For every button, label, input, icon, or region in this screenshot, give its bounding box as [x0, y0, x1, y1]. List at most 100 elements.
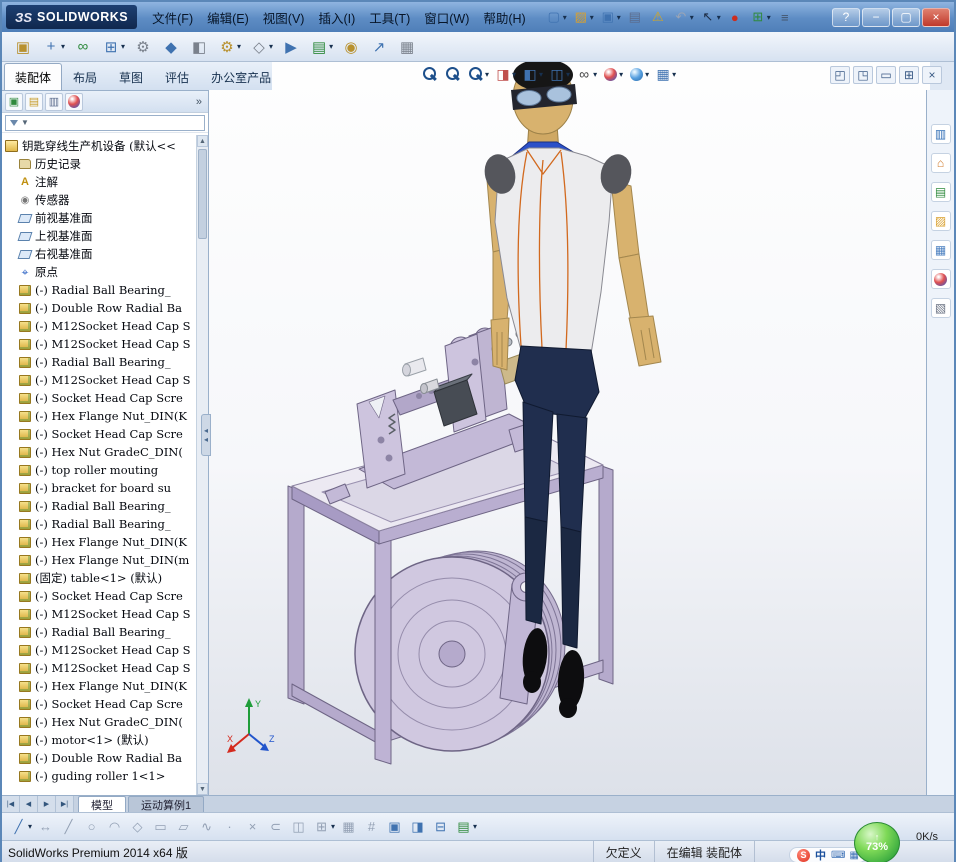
menu-item[interactable]: 窗口(W): [417, 4, 476, 31]
tree-filter-input[interactable]: ▼: [5, 114, 205, 131]
tree-item[interactable]: (-) Radial Ball Bearing_: [2, 353, 196, 371]
graphics-area[interactable]: Y X Z: [209, 62, 930, 795]
task-pane-button[interactable]: ▦: [930, 240, 951, 260]
sketch-tool-button[interactable]: ↔: [35, 816, 56, 837]
quick-toolbar-button[interactable]: ≡: [774, 7, 796, 27]
sketch-tool-button[interactable]: ▤ ▾: [453, 816, 478, 837]
tree-item[interactable]: (-) Radial Ball Bearing_: [2, 497, 196, 515]
ime-tool-icon[interactable]: ⌨: [831, 850, 845, 861]
pane-control-icon[interactable]: ⊞: [899, 66, 919, 84]
tree-item[interactable]: (-) Hex Nut GradeC_DIN(: [2, 443, 196, 461]
tree-item[interactable]: (-) M12Socket Head Cap S: [2, 659, 196, 677]
tree-item[interactable]: (-) Radial Ball Bearing_: [2, 281, 196, 299]
tab-nav-button[interactable]: |◀: [2, 796, 20, 812]
menu-item[interactable]: 插入(I): [311, 4, 362, 31]
commandmanager-tab[interactable]: 布局: [62, 63, 108, 90]
task-pane-button[interactable]: ▥: [930, 124, 951, 144]
tree-item[interactable]: (-) M12Socket Head Cap S: [2, 641, 196, 659]
document-tab[interactable]: 模型: [78, 796, 126, 812]
tree-item[interactable]: (-) M12Socket Head Cap S: [2, 371, 196, 389]
toolbar-button[interactable]: ▶: [278, 35, 304, 59]
window-control-button[interactable]: ?: [832, 7, 860, 27]
task-pane-button[interactable]: ▧: [930, 298, 951, 318]
tab-nav-button[interactable]: ◀: [20, 796, 38, 812]
sketch-tool-button[interactable]: ⊂: [265, 816, 286, 837]
pane-control-icon[interactable]: ×: [922, 66, 942, 84]
task-pane-button[interactable]: [930, 269, 951, 289]
quick-toolbar-button[interactable]: ⊞ ▾: [747, 7, 773, 27]
commandmanager-tab[interactable]: 装配体: [4, 63, 63, 90]
tree-item[interactable]: (-) Double Row Radial Ba: [2, 749, 196, 767]
tree-item[interactable]: (-) motor<1> (默认): [2, 731, 196, 749]
tree-item[interactable]: 注解: [2, 173, 196, 191]
heads-up-tool[interactable]: ▾: [600, 65, 625, 84]
tree-item[interactable]: (-) Hex Flange Nut_DIN(K: [2, 677, 196, 695]
quick-toolbar-button[interactable]: ●: [724, 7, 746, 27]
sketch-tool-button[interactable]: ◫: [288, 816, 309, 837]
window-control-button[interactable]: ▢: [892, 7, 920, 27]
pane-control-icon[interactable]: ▭: [876, 66, 896, 84]
ime-mode-toggle[interactable]: 中: [815, 847, 826, 862]
heads-up-tool[interactable]: ▾: [465, 64, 491, 84]
panel-more-chevron-icon[interactable]: »: [196, 96, 205, 108]
quick-toolbar-button[interactable]: ▤: [624, 7, 646, 27]
tree-item[interactable]: (-) M12Socket Head Cap S: [2, 335, 196, 353]
toolbar-button[interactable]: ◧: [186, 35, 212, 59]
tree-item[interactable]: (-) Hex Flange Nut_DIN(K: [2, 533, 196, 551]
tree-item[interactable]: (-) Radial Ball Bearing_: [2, 623, 196, 641]
panel-tab-button[interactable]: [65, 92, 83, 111]
quick-toolbar-button[interactable]: ⚠: [647, 7, 669, 27]
window-control-button[interactable]: ×: [922, 7, 950, 27]
sketch-tool-button[interactable]: ╱ ▾: [8, 816, 33, 837]
toolbar-button[interactable]: ⚙ ▾: [214, 35, 244, 59]
toolbar-button[interactable]: + ▾: [38, 35, 68, 59]
tree-item[interactable]: (-) Hex Flange Nut_DIN(K: [2, 407, 196, 425]
menu-item[interactable]: 视图(V): [256, 4, 312, 31]
window-control-button[interactable]: −: [862, 7, 890, 27]
menu-item[interactable]: 帮助(H): [476, 4, 532, 31]
scroll-up-button[interactable]: [197, 135, 208, 147]
toolbar-button[interactable]: ◉: [338, 35, 364, 59]
sketch-tool-button[interactable]: ▦: [338, 816, 359, 837]
task-pane-button[interactable]: ▤: [930, 182, 951, 202]
tab-nav-button[interactable]: ▶: [38, 796, 56, 812]
tree-item[interactable]: 上视基准面: [2, 227, 196, 245]
ime-logo-icon[interactable]: S: [797, 848, 810, 862]
tree-item[interactable]: 历史记录: [2, 155, 196, 173]
commandmanager-tab[interactable]: 草图: [108, 63, 154, 90]
toolbar-button[interactable]: ⊞ ▾: [98, 35, 128, 59]
scroll-down-button[interactable]: [197, 783, 208, 795]
panel-tab-button[interactable]: ▤: [25, 92, 43, 111]
sketch-tool-button[interactable]: #: [361, 816, 382, 837]
task-pane-button[interactable]: ▨: [930, 211, 951, 231]
tree-item[interactable]: (-) M12Socket Head Cap S: [2, 317, 196, 335]
tree-item[interactable]: (-) Socket Head Cap Scre: [2, 425, 196, 443]
sketch-tool-button[interactable]: ▭: [150, 816, 171, 837]
tree-item[interactable]: 传感器: [2, 191, 196, 209]
toolbar-button[interactable]: ▤ ▾: [306, 35, 336, 59]
sketch-tool-button[interactable]: ▣: [384, 816, 405, 837]
panel-splitter-handle[interactable]: [201, 414, 211, 456]
panel-tab-button[interactable]: ▥: [45, 92, 63, 111]
panel-tab-button[interactable]: ▣: [5, 92, 23, 111]
tree-item[interactable]: (-) Hex Flange Nut_DIN(m: [2, 551, 196, 569]
toolbar-button[interactable]: ⚙: [130, 35, 156, 59]
menu-item[interactable]: 工具(T): [362, 4, 417, 31]
tree-item[interactable]: (-) Radial Ball Bearing_: [2, 515, 196, 533]
tree-item[interactable]: (-) guding roller 1<1>: [2, 767, 196, 785]
pane-control-icon[interactable]: ◳: [853, 66, 873, 84]
sketch-tool-button[interactable]: ◠: [104, 816, 125, 837]
tree-item[interactable]: (-) M12Socket Head Cap S: [2, 605, 196, 623]
heads-up-tool[interactable]: ▾: [626, 65, 651, 84]
heads-up-tool[interactable]: ▦ ▾: [652, 64, 678, 84]
heads-up-tool[interactable]: [419, 64, 441, 84]
menu-item[interactable]: 文件(F): [145, 4, 200, 31]
heads-up-tool[interactable]: ∞ ▾: [573, 64, 599, 84]
toolbar-button[interactable]: ▣: [10, 35, 36, 59]
sketch-tool-button[interactable]: ◇: [127, 816, 148, 837]
scrollbar-thumb[interactable]: [198, 149, 207, 239]
sketch-tool-button[interactable]: ⊟: [430, 816, 451, 837]
tree-item[interactable]: (-) Hex Nut GradeC_DIN(: [2, 713, 196, 731]
tree-item[interactable]: (固定) table<1> (默认): [2, 569, 196, 587]
tree-item[interactable]: 前视基准面: [2, 209, 196, 227]
